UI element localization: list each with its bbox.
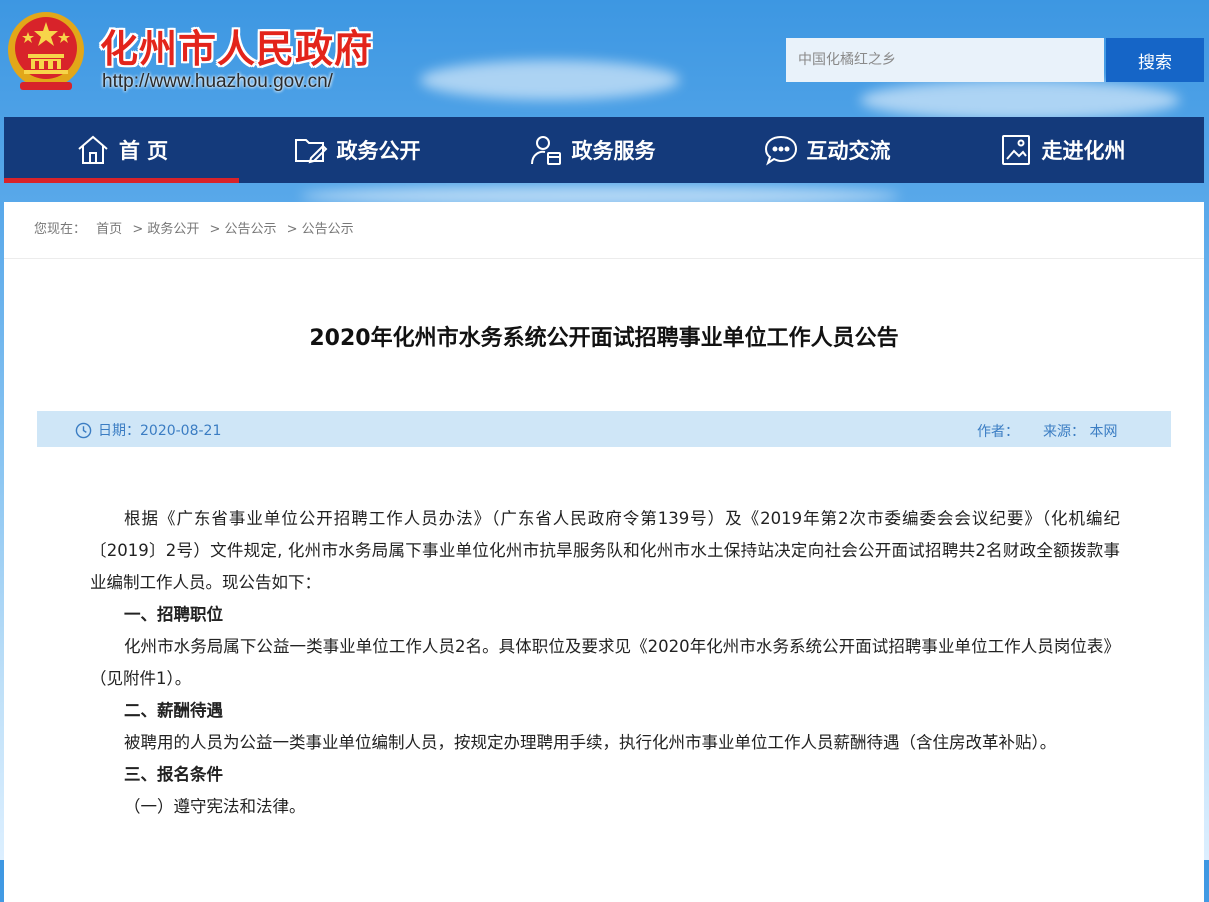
nav-label: 走进化州: [1041, 139, 1126, 163]
main-nav: 首 页 政务公开 政务服务 互动交流 走进化州: [4, 117, 1204, 183]
breadcrumb-link-notices-current[interactable]: > 公告公示: [287, 222, 354, 237]
article-date-text: 日期：2020-08-21: [98, 423, 222, 439]
breadcrumb-link-gov-affairs[interactable]: > 政务公开: [132, 222, 199, 237]
article-body: 根据《广东省事业单位公开招聘工作人员办法》（广东省人民政府令第139号）及《20…: [90, 503, 1120, 823]
nav-label: 互动交流: [806, 139, 891, 163]
site-header: 化州市人民政府 http://www.huazhou.gov.cn/ 搜索: [0, 0, 1209, 117]
article-meta-bar: 日期：2020-08-21 作者： 来源： 本网: [37, 411, 1171, 447]
nav-item-interaction[interactable]: 互动交流: [709, 117, 944, 183]
article-section-heading: 二、薪酬待遇: [124, 701, 223, 720]
breadcrumb-link-home[interactable]: 首页: [96, 222, 122, 237]
breadcrumb: 您现在： 首页 > 政务公开 > 公告公示 > 公告公示: [4, 202, 1204, 259]
breadcrumb-prefix: 您现在：: [34, 222, 87, 237]
article-section-heading: 三、报名条件: [124, 765, 223, 784]
site-url: http://www.huazhou.gov.cn/: [102, 71, 333, 92]
article-paragraph: 被聘用的人员为公益一类事业单位编制人员，按规定办理聘用手续，执行化州市事业单位工…: [124, 733, 1057, 752]
user-calendar-icon: [530, 136, 561, 165]
home-icon: [78, 135, 108, 164]
article-paragraph: （一）遵守宪法和法律。: [124, 797, 306, 816]
nav-item-home[interactable]: 首 页: [4, 117, 239, 183]
chat-bubble-icon: [764, 135, 797, 166]
folder-pen-icon: [294, 139, 327, 164]
search-input[interactable]: [786, 38, 1104, 82]
nav-item-gov-affairs[interactable]: 政务公开: [239, 117, 474, 183]
nav-label: 政务服务: [571, 139, 656, 163]
nav-item-gov-services[interactable]: 政务服务: [474, 117, 709, 183]
article-author: 作者：: [977, 424, 1019, 440]
article-paragraph: 根据《广东省事业单位公开招聘工作人员办法》（广东省人民政府令第139号）及《20…: [90, 509, 1120, 592]
article-source: 来源： 本网: [1043, 424, 1118, 440]
site-title: 化州市人民政府: [100, 26, 374, 71]
article-date: 日期：2020-08-21: [75, 420, 221, 440]
nav-item-about-huazhou[interactable]: 走进化州: [944, 117, 1179, 183]
article-section-heading: 一、招聘职位: [124, 605, 223, 624]
article-title: 2020年化州市水务系统公开面试招聘事业单位工作人员公告: [309, 326, 899, 351]
nav-label: 政务公开: [336, 139, 421, 163]
breadcrumb-link-notices[interactable]: > 公告公示: [209, 222, 276, 237]
nav-label: 首 页: [118, 139, 169, 163]
clock-icon: [75, 422, 92, 438]
content-panel: 您现在： 首页 > 政务公开 > 公告公示 > 公告公示 2020年化州市水务系…: [4, 202, 1204, 902]
article-paragraph: 化州市水务局属下公益一类事业单位工作人员2名。具体职位及要求见《2020年化州市…: [90, 637, 1120, 688]
search-button[interactable]: 搜索: [1106, 38, 1204, 82]
national-emblem-icon: [8, 12, 84, 90]
picture-frame-icon: [1001, 135, 1030, 165]
